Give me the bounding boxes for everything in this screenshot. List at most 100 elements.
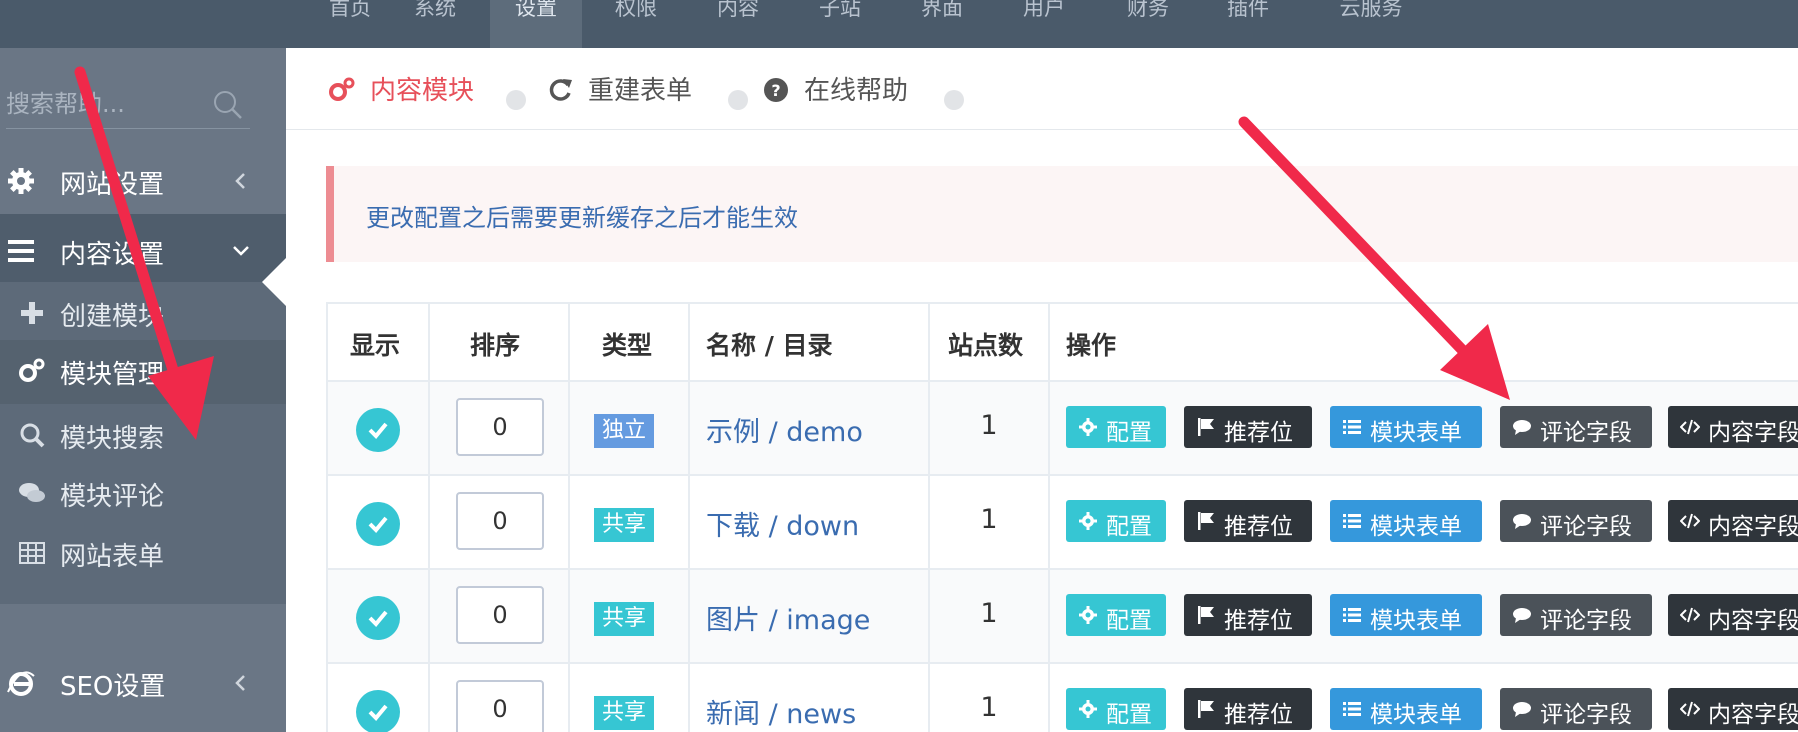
tab-online-help[interactable]: ? 在线帮助 — [762, 70, 952, 110]
question-icon: ? — [764, 78, 788, 102]
sidebar-subitem-module-comments[interactable]: 模块评论 — [0, 462, 286, 526]
nav-tab-users[interactable]: 用户 — [1004, 0, 1084, 48]
nav-tab-subsite[interactable]: 子站 — [800, 0, 880, 48]
table-row: 共享 新闻 / news 1 配置 推荐位 模块表单 评论字段 内容字段 — [328, 664, 1798, 732]
button-label: 配置 — [1106, 702, 1152, 728]
nav-tab-content[interactable]: 内容 — [698, 0, 778, 48]
config-button[interactable]: 配置 — [1066, 500, 1166, 542]
button-label: 评论字段 — [1540, 420, 1632, 446]
button-label: 推荐位 — [1224, 514, 1293, 540]
flag-icon — [1198, 700, 1214, 718]
button-label: 模块表单 — [1370, 702, 1462, 728]
sidebar-subitem-module-search[interactable]: 模块搜索 — [0, 404, 286, 468]
chevron-down-icon — [233, 246, 249, 256]
visible-toggle[interactable] — [356, 596, 400, 640]
sidebar-item-website-settings[interactable]: 网站设置 — [0, 146, 286, 216]
table-row: 共享 下载 / down 1 配置 推荐位 模块表单 评论字段 内容字段 — [328, 476, 1798, 570]
search-input[interactable] — [6, 81, 206, 127]
button-label: 模块表单 — [1370, 608, 1462, 634]
comments-icon — [19, 483, 45, 502]
cogs-icon — [19, 358, 45, 382]
sidebar-item-content-settings[interactable]: 内容设置 — [0, 214, 286, 290]
tab-label: 在线帮助 — [804, 76, 909, 106]
sort-order-input[interactable] — [456, 680, 544, 732]
module-form-button[interactable]: 模块表单 — [1330, 500, 1482, 542]
type-badge: 共享 — [594, 602, 655, 636]
site-count: 1 — [980, 598, 998, 629]
comments-icon — [1513, 420, 1531, 435]
module-name-link[interactable]: 图片 / image — [706, 598, 870, 637]
type-badge: 共享 — [594, 508, 655, 542]
recommend-position-button[interactable]: 推荐位 — [1184, 500, 1312, 542]
module-form-button[interactable]: 模块表单 — [1330, 594, 1482, 636]
config-button[interactable]: 配置 — [1066, 688, 1166, 730]
sidebar-subitem-label: 网站表单 — [60, 542, 165, 572]
comment-fields-button[interactable]: 评论字段 — [1500, 406, 1652, 448]
content-fields-button[interactable]: 内容字段 — [1668, 406, 1798, 448]
module-name-link[interactable]: 下载 / down — [706, 504, 859, 543]
sidebar-item-seo-settings[interactable]: SEO设置 — [0, 650, 286, 720]
top-navigation: 首页 系统 设置 权限 内容 子站 界面 用户 财务 插件 云服务 — [0, 0, 1798, 48]
comment-fields-button[interactable]: 评论字段 — [1500, 594, 1652, 636]
nav-tab-finance[interactable]: 财务 — [1108, 0, 1188, 48]
comment-fields-button[interactable]: 评论字段 — [1500, 688, 1652, 730]
sidebar-subitem-module-management[interactable]: 模块管理 — [0, 340, 286, 404]
config-button[interactable]: 配置 — [1066, 594, 1166, 636]
sort-order-input[interactable] — [456, 586, 544, 644]
nav-tab-settings[interactable]: 设置 — [490, 0, 582, 48]
tab-rebuild-forms[interactable]: 重建表单 — [546, 70, 736, 110]
recommend-position-button[interactable]: 推荐位 — [1184, 594, 1312, 636]
gear-icon — [1079, 418, 1097, 436]
recommend-position-button[interactable]: 推荐位 — [1184, 406, 1312, 448]
button-label: 推荐位 — [1224, 420, 1293, 446]
separator-dot — [944, 90, 964, 110]
table-row: 共享 图片 / image 1 配置 推荐位 模块表单 评论字段 内容字段 — [328, 570, 1798, 664]
recommend-position-button[interactable]: 推荐位 — [1184, 688, 1312, 730]
module-form-button[interactable]: 模块表单 — [1330, 688, 1482, 730]
check-icon — [368, 422, 388, 439]
flag-icon — [1198, 418, 1214, 436]
sidebar-subitem-create-module[interactable]: 创建模块 — [0, 282, 286, 346]
check-icon — [368, 610, 388, 627]
content-fields-button[interactable]: 内容字段 — [1668, 688, 1798, 730]
content-fields-button[interactable]: 内容字段 — [1668, 500, 1798, 542]
button-label: 推荐位 — [1224, 608, 1293, 634]
list-icon — [1343, 514, 1361, 528]
sidebar-item-label: SEO设置 — [60, 672, 166, 702]
module-name-link[interactable]: 新闻 / news — [706, 692, 856, 731]
th-show: 显示 — [328, 304, 430, 380]
list-icon — [1343, 420, 1361, 434]
comments-icon — [1513, 702, 1531, 717]
button-label: 内容字段 — [1708, 608, 1798, 634]
column-header: 操作 — [1066, 331, 1117, 360]
comment-fields-button[interactable]: 评论字段 — [1500, 500, 1652, 542]
button-label: 模块表单 — [1370, 420, 1462, 446]
content-fields-button[interactable]: 内容字段 — [1668, 594, 1798, 636]
nav-tab-cloud[interactable]: 云服务 — [1316, 0, 1426, 48]
visible-toggle[interactable] — [356, 690, 400, 732]
nav-tab-system[interactable]: 系统 — [390, 0, 480, 48]
th-type: 类型 — [570, 304, 690, 380]
search-icon — [20, 423, 45, 448]
check-icon — [368, 516, 388, 533]
nav-tab-permissions[interactable]: 权限 — [596, 0, 676, 48]
visible-toggle[interactable] — [356, 502, 400, 546]
nav-tab-interface[interactable]: 界面 — [902, 0, 982, 48]
tab-content-modules[interactable]: 内容模块 — [328, 70, 518, 110]
module-name-link[interactable]: 示例 / demo — [706, 410, 863, 449]
th-actions: 操作 — [1050, 304, 1798, 380]
module-form-button[interactable]: 模块表单 — [1330, 406, 1482, 448]
button-label: 配置 — [1106, 420, 1152, 446]
nav-tab-plugins[interactable]: 插件 — [1208, 0, 1288, 48]
chevron-left-icon — [235, 173, 245, 189]
gear-icon — [1079, 606, 1097, 624]
code-icon — [1680, 607, 1700, 623]
search-icon[interactable] — [212, 89, 244, 121]
config-button[interactable]: 配置 — [1066, 406, 1166, 448]
visible-toggle[interactable] — [356, 408, 400, 452]
cache-notice-alert: 更改配置之后需要更新缓存之后才能生效 — [326, 166, 1798, 262]
sidebar-subitem-label: 创建模块 — [60, 302, 165, 332]
sidebar-subitem-website-forms[interactable]: 网站表单 — [0, 522, 286, 586]
sort-order-input[interactable] — [456, 492, 544, 550]
sort-order-input[interactable] — [456, 398, 544, 456]
